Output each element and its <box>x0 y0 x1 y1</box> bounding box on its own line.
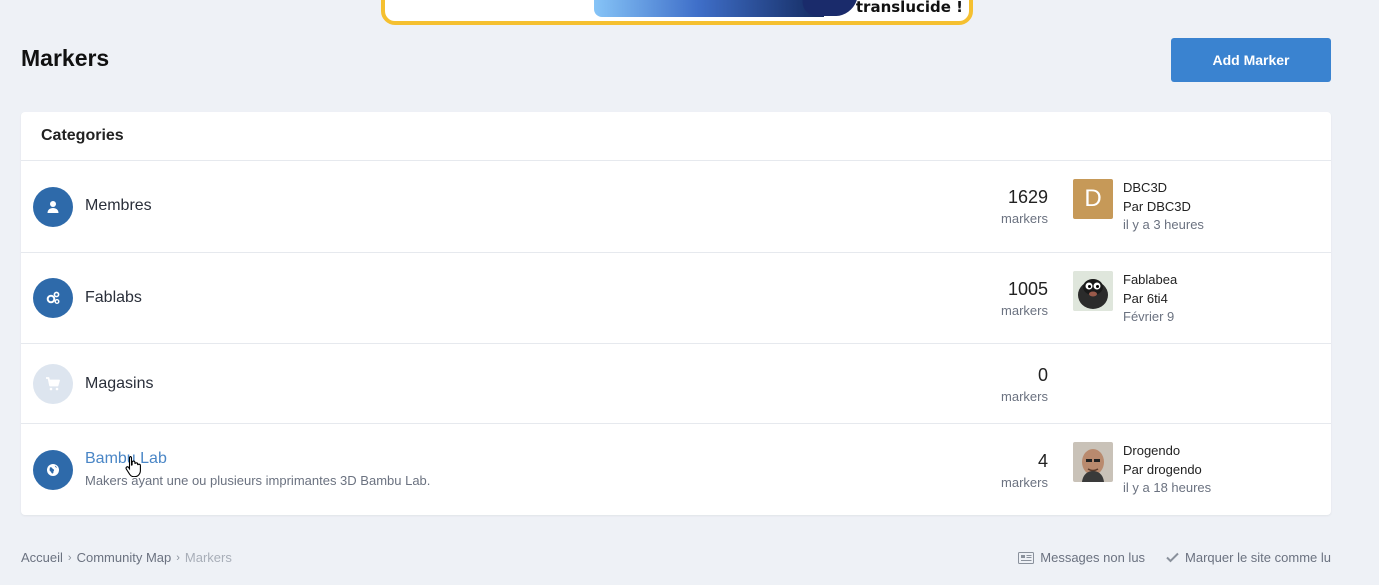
last-marker-time: Février 9 <box>1123 309 1175 324</box>
banner-text: translucide ! <box>855 0 963 16</box>
count-label: markers <box>1001 475 1048 490</box>
page-footer: Accueil › Community Map › Markers Messag… <box>21 550 1331 566</box>
marker-count: 4 markers <box>1001 451 1048 490</box>
category-title[interactable]: Fablabs <box>85 289 142 307</box>
user-icon <box>33 187 73 227</box>
page-title: Markers <box>21 45 110 71</box>
unread-messages-label: Messages non lus <box>1040 550 1146 565</box>
top-banner-ad[interactable]: translucide ! <box>381 0 973 25</box>
avatar[interactable] <box>1073 271 1113 311</box>
last-marker-name[interactable]: DBC3D <box>1123 179 1323 198</box>
mark-site-read-link[interactable]: Marquer le site comme lu <box>1166 550 1331 565</box>
marker-count: 1005 markers <box>1001 279 1048 318</box>
count-value: 4 <box>1037 451 1048 471</box>
last-marker-name[interactable]: Fablabea <box>1123 271 1323 290</box>
count-value: 1005 <box>1007 279 1048 299</box>
mark-site-read-label: Marquer le site comme lu <box>1185 550 1331 565</box>
unread-messages-link[interactable]: Messages non lus <box>1018 550 1145 565</box>
category-row-fablabs: Fablabs 1005 markers Fablabea Par 6ti4 F… <box>21 253 1331 344</box>
count-value: 1629 <box>1007 187 1048 207</box>
globe-icon <box>33 450 73 490</box>
category-row-magasins: Magasins 0 markers <box>21 344 1331 424</box>
breadcrumb-current: Markers <box>184 550 232 565</box>
categories-panel: Categories Membres 1629 markers D DBC3D … <box>21 112 1331 515</box>
last-marker-author[interactable]: Par 6ti4 <box>1123 290 1323 309</box>
hand-cursor-icon <box>125 455 141 477</box>
chevron-right-icon: › <box>176 551 180 564</box>
category-row-bambu-lab: Bambu Lab Makers ayant une ou plusieurs … <box>21 424 1331 515</box>
chevron-right-icon: › <box>67 551 72 564</box>
avatar[interactable]: D <box>1073 179 1113 219</box>
category-title[interactable]: Magasins <box>85 375 153 393</box>
count-label: markers <box>1001 303 1048 318</box>
breadcrumb: Accueil › Community Map › Markers <box>21 550 232 565</box>
breadcrumb-community-map[interactable]: Community Map <box>77 550 172 565</box>
marker-count: 0 markers <box>1001 365 1048 404</box>
breadcrumb-home[interactable]: Accueil <box>21 550 63 565</box>
last-marker-author[interactable]: Par DBC3D <box>1123 198 1323 217</box>
category-row-membres: Membres 1629 markers D DBC3D Par DBC3D i… <box>21 161 1331 253</box>
count-label: markers <box>1001 211 1048 226</box>
panel-title: Categories <box>21 112 1331 161</box>
count-label: markers <box>1001 389 1048 404</box>
last-marker-time: il y a 18 heures <box>1123 480 1212 495</box>
cart-icon <box>33 364 73 404</box>
gears-icon <box>33 278 73 318</box>
category-title[interactable]: Membres <box>85 197 152 215</box>
avatar[interactable] <box>1073 442 1113 482</box>
count-value: 0 <box>1037 365 1048 385</box>
last-marker-author[interactable]: Par drogendo <box>1123 461 1323 480</box>
banner-gradient <box>594 0 824 17</box>
newspaper-icon <box>1018 551 1035 564</box>
last-marker-time: il y a 3 heures <box>1123 217 1204 232</box>
last-marker-name[interactable]: Drogendo <box>1123 442 1323 461</box>
footer-links: Messages non lus Marquer le site comme l… <box>997 550 1331 565</box>
marker-count: 1629 markers <box>1001 187 1048 226</box>
check-icon <box>1166 552 1179 563</box>
add-marker-button[interactable]: Add Marker <box>1171 38 1331 82</box>
